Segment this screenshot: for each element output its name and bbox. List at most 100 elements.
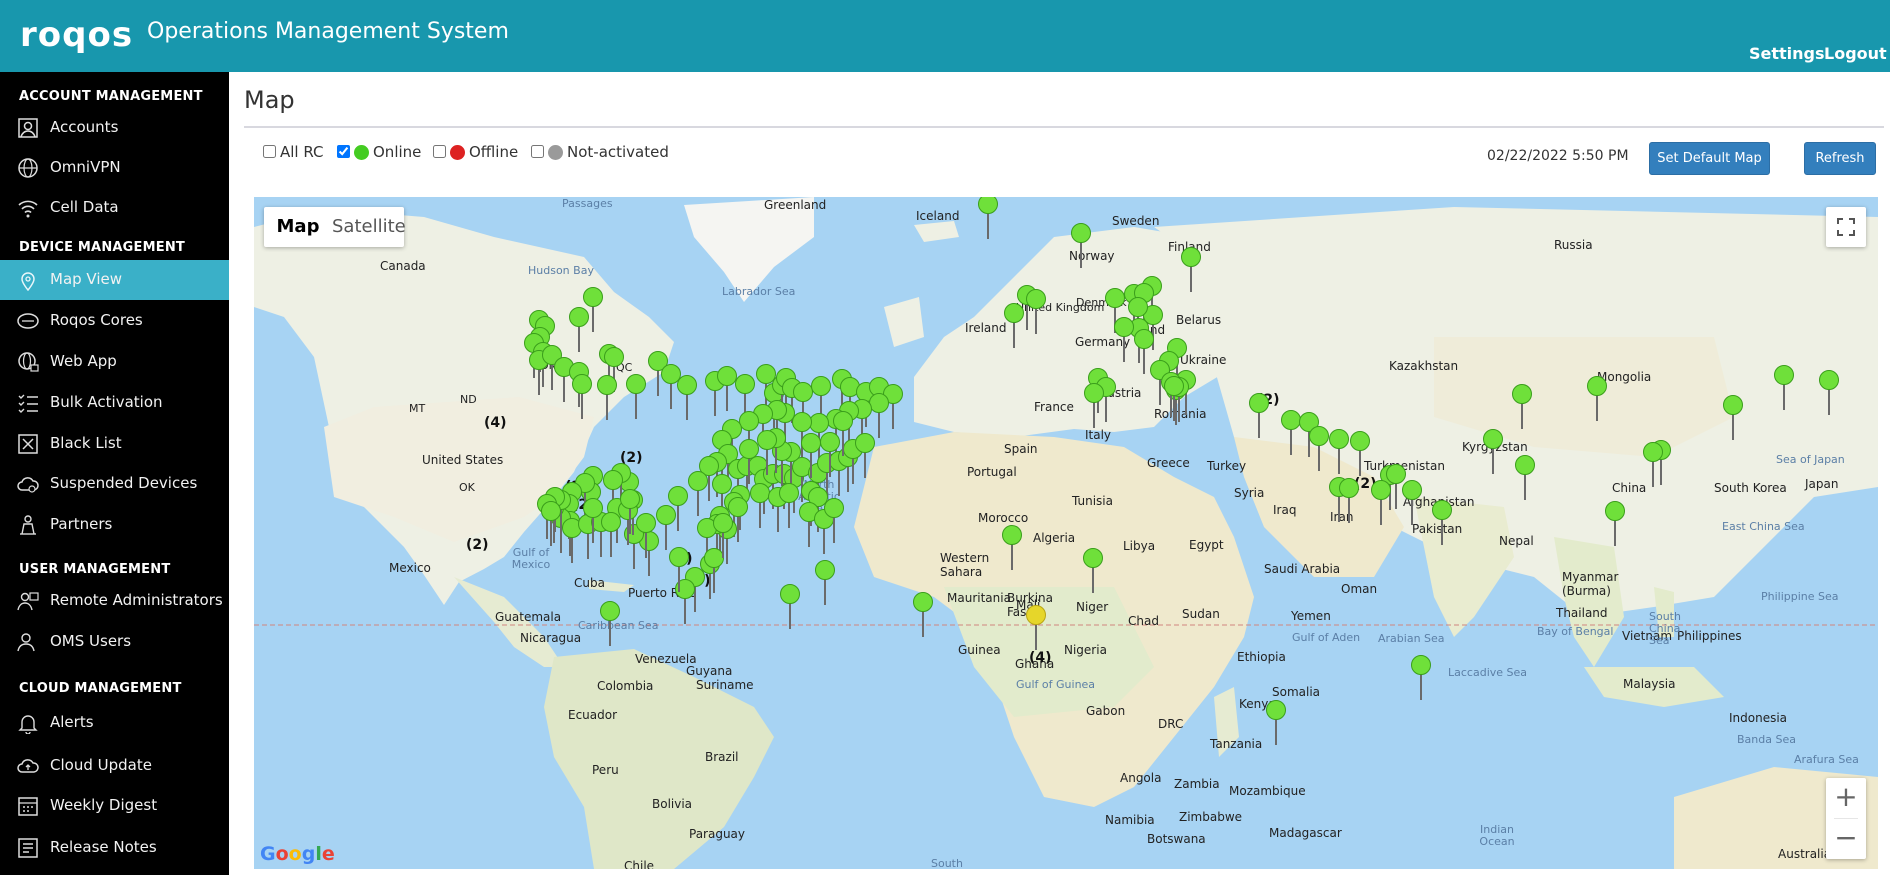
device-marker[interactable] bbox=[824, 498, 844, 544]
filter-all-rc[interactable]: All RC bbox=[263, 143, 324, 163]
device-marker[interactable] bbox=[1350, 431, 1370, 477]
sidebar-item-omnivpn[interactable]: OmniVPN bbox=[0, 148, 229, 188]
device-marker[interactable] bbox=[913, 592, 933, 638]
refresh-button[interactable]: Refresh bbox=[1804, 142, 1876, 175]
device-marker[interactable] bbox=[656, 505, 676, 551]
device-marker[interactable] bbox=[688, 471, 708, 517]
world-map[interactable]: Greenland Iceland Sweden Finland Norway … bbox=[254, 197, 1878, 869]
marker-cluster-count[interactable]: (4) bbox=[484, 415, 507, 431]
device-marker[interactable] bbox=[1281, 410, 1301, 456]
sidebar-item-cloud-update[interactable]: Cloud Update bbox=[0, 746, 229, 786]
filter-all-rc-checkbox[interactable] bbox=[263, 145, 276, 158]
device-marker[interactable] bbox=[1587, 376, 1607, 422]
marker-cluster-count[interactable]: (4) bbox=[1029, 650, 1052, 666]
map-label: Paraguay bbox=[689, 827, 746, 841]
set-default-map-button[interactable]: Set Default Map bbox=[1649, 142, 1770, 175]
device-marker[interactable] bbox=[1181, 247, 1201, 293]
device-marker[interactable] bbox=[779, 483, 799, 529]
marker-pin-icon bbox=[855, 433, 875, 453]
device-marker[interactable] bbox=[597, 375, 617, 421]
device-marker[interactable] bbox=[626, 374, 646, 420]
device-marker[interactable] bbox=[739, 439, 759, 485]
top-bar: roqos Operations Management System Setti… bbox=[0, 0, 1890, 72]
sidebar-item-weekly-digest[interactable]: Weekly Digest bbox=[0, 786, 229, 826]
device-marker[interactable] bbox=[1114, 317, 1134, 363]
device-marker[interactable] bbox=[801, 433, 821, 479]
device-marker[interactable] bbox=[820, 432, 840, 478]
logout-link[interactable]: Logout bbox=[1824, 44, 1887, 63]
device-marker[interactable] bbox=[1164, 376, 1184, 422]
device-marker[interactable] bbox=[780, 584, 800, 630]
sidebar-item-label: Accounts bbox=[50, 118, 119, 136]
device-marker[interactable] bbox=[750, 483, 770, 529]
device-marker[interactable] bbox=[1026, 289, 1046, 335]
zoom-out-button[interactable]: − bbox=[1826, 819, 1866, 859]
device-marker[interactable] bbox=[1309, 426, 1329, 472]
device-marker[interactable] bbox=[1723, 395, 1743, 441]
sidebar-item-bulk-activation[interactable]: Bulk Activation bbox=[0, 383, 229, 423]
sidebar-item-map-view[interactable]: Map View bbox=[0, 260, 229, 300]
sidebar-item-remote-administrators[interactable]: Remote Administrators bbox=[0, 581, 229, 621]
sidebar-item-oms-users[interactable]: OMS Users bbox=[0, 622, 229, 662]
filter-online[interactable]: Online bbox=[337, 143, 421, 163]
map-tab[interactable]: Map bbox=[264, 207, 332, 247]
sidebar-item-release-notes[interactable]: Release Notes bbox=[0, 828, 229, 868]
device-marker[interactable] bbox=[1004, 303, 1024, 349]
filter-offline[interactable]: Offline bbox=[433, 143, 518, 163]
device-marker[interactable] bbox=[815, 560, 835, 606]
device-marker[interactable] bbox=[1483, 429, 1503, 475]
device-marker[interactable] bbox=[1083, 548, 1103, 594]
satellite-tab[interactable]: Satellite bbox=[332, 207, 406, 247]
device-marker[interactable] bbox=[572, 374, 592, 420]
device-marker-not-activated[interactable] bbox=[1026, 605, 1046, 651]
device-marker[interactable] bbox=[1643, 442, 1663, 488]
device-marker[interactable] bbox=[1071, 223, 1091, 269]
device-marker[interactable] bbox=[541, 501, 561, 547]
device-marker[interactable] bbox=[1371, 480, 1391, 526]
marker-stick bbox=[878, 412, 880, 438]
device-marker[interactable] bbox=[1329, 429, 1349, 475]
filter-not-activated[interactable]: Not-activated bbox=[531, 143, 669, 163]
device-marker[interactable] bbox=[855, 433, 875, 479]
marker-cluster-count[interactable]: (2) bbox=[466, 537, 489, 553]
settings-link[interactable]: Settings bbox=[1749, 44, 1825, 63]
device-marker[interactable] bbox=[601, 512, 621, 558]
sidebar-item-cell-data[interactable]: Cell Data bbox=[0, 188, 229, 228]
device-marker[interactable] bbox=[620, 489, 640, 535]
device-marker[interactable] bbox=[757, 430, 777, 476]
filter-offline-checkbox[interactable] bbox=[433, 145, 446, 158]
filter-online-checkbox[interactable] bbox=[337, 145, 350, 158]
device-marker[interactable] bbox=[1249, 393, 1269, 439]
device-marker[interactable] bbox=[583, 498, 603, 544]
filter-not-activated-checkbox[interactable] bbox=[531, 145, 544, 158]
sidebar-item-suspended-devices[interactable]: Suspended Devices bbox=[0, 464, 229, 504]
sidebar-item-alerts[interactable]: Alerts bbox=[0, 703, 229, 743]
device-marker[interactable] bbox=[978, 197, 998, 240]
device-marker[interactable] bbox=[569, 307, 589, 353]
sidebar-item-black-list[interactable]: Black List bbox=[0, 424, 229, 464]
device-marker[interactable] bbox=[717, 366, 737, 412]
device-marker[interactable] bbox=[1774, 365, 1794, 411]
sidebar-item-accounts[interactable]: Accounts bbox=[0, 108, 229, 148]
fullscreen-button[interactable] bbox=[1826, 207, 1866, 247]
zoom-in-button[interactable]: + bbox=[1826, 778, 1866, 818]
device-marker[interactable] bbox=[1339, 478, 1359, 524]
sidebar-item-web-app[interactable]: Web App bbox=[0, 342, 229, 382]
device-marker[interactable] bbox=[713, 513, 733, 559]
device-marker[interactable] bbox=[1819, 370, 1839, 416]
device-marker[interactable] bbox=[669, 547, 689, 593]
device-marker[interactable] bbox=[600, 601, 620, 647]
device-marker[interactable] bbox=[1411, 655, 1431, 701]
device-marker[interactable] bbox=[1266, 700, 1286, 746]
sidebar-item-roqos-cores[interactable]: Roqos Cores bbox=[0, 301, 229, 341]
device-marker[interactable] bbox=[1002, 525, 1022, 571]
device-marker[interactable] bbox=[1515, 455, 1535, 501]
device-marker[interactable] bbox=[1512, 384, 1532, 430]
device-marker[interactable] bbox=[1432, 500, 1452, 546]
sidebar-item-partners[interactable]: Partners bbox=[0, 505, 229, 545]
device-marker[interactable] bbox=[677, 375, 697, 421]
roqos-logo[interactable]: roqos bbox=[20, 15, 133, 55]
device-marker[interactable] bbox=[1402, 480, 1422, 526]
device-marker[interactable] bbox=[1605, 501, 1625, 547]
device-marker[interactable] bbox=[1084, 383, 1104, 429]
